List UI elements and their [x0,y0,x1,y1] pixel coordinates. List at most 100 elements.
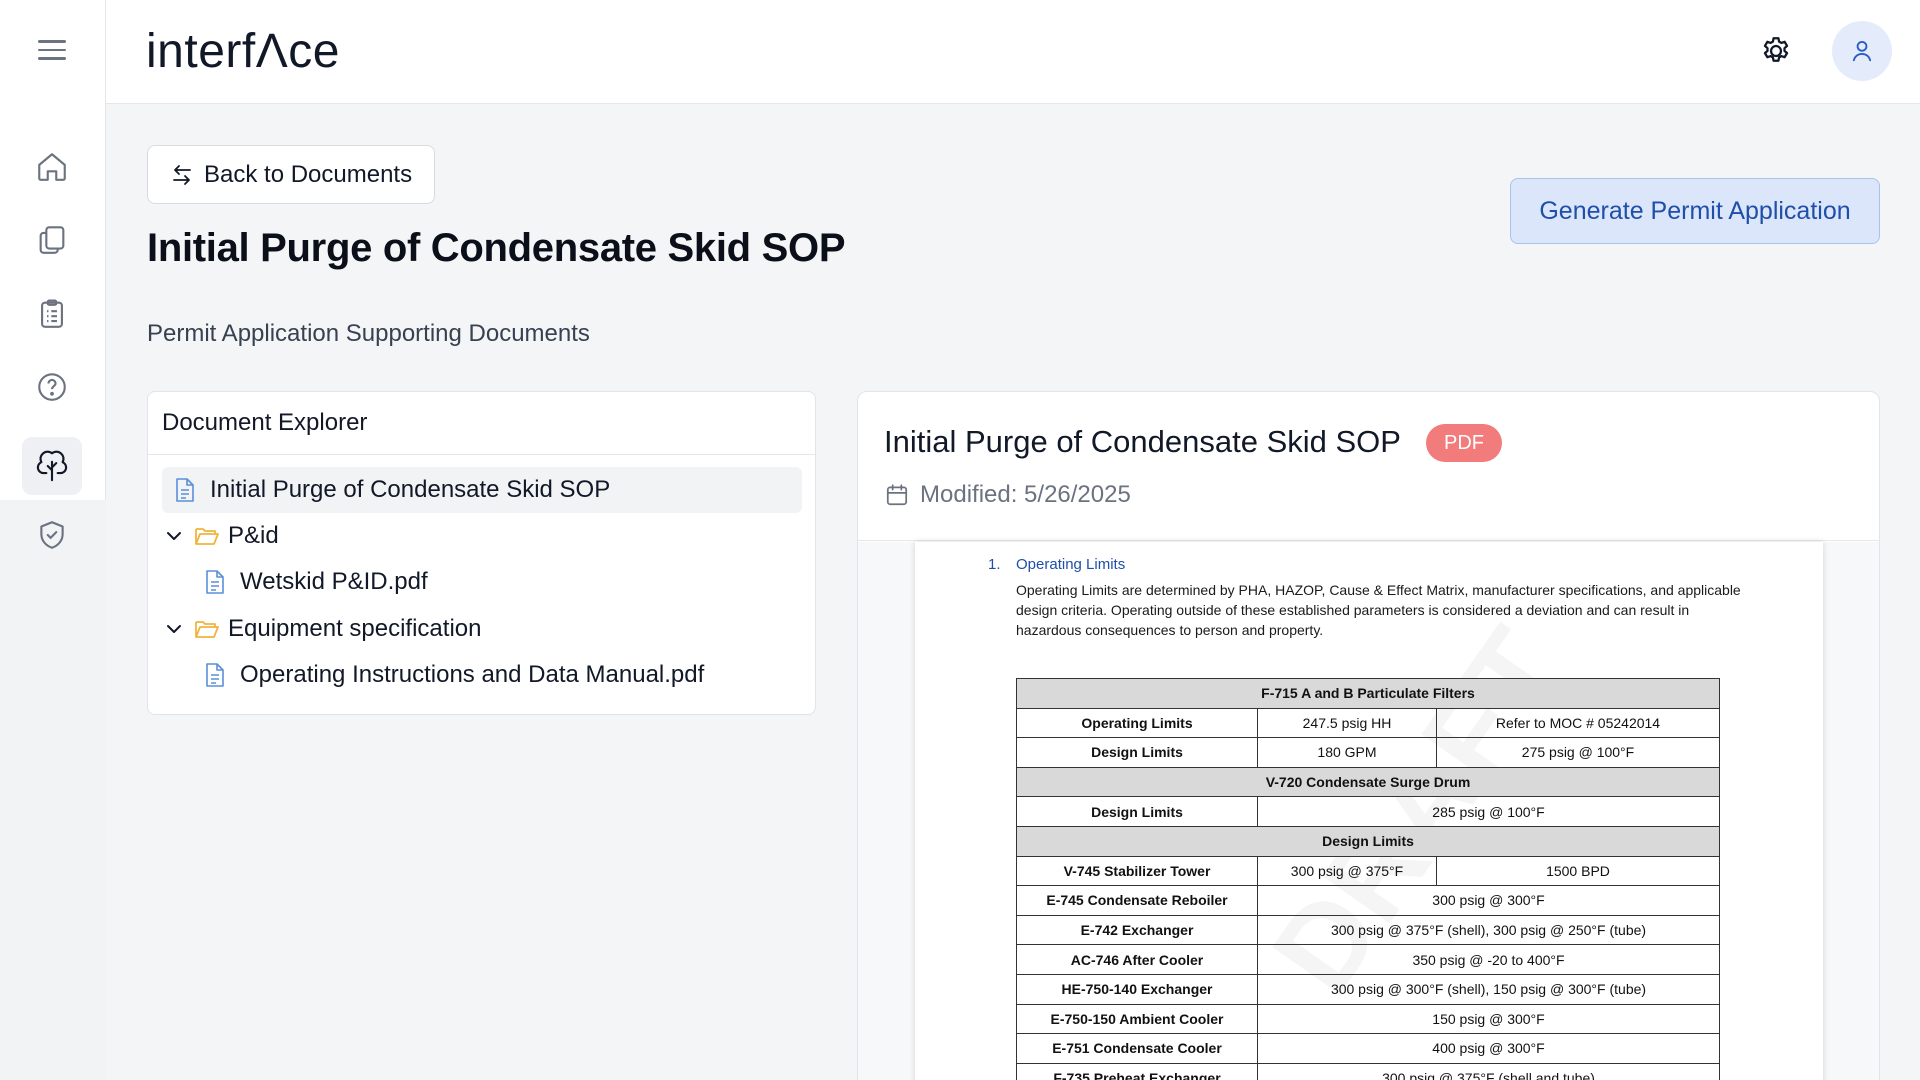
tree-item-label: Initial Purge of Condensate Skid SOP [210,476,611,503]
table-cell: E-742 Exchanger [1016,914,1258,946]
file-type-badge: PDF [1426,424,1502,462]
table-row: Design Limits 285 psig @ 100°F [1016,796,1720,827]
preview-header: Initial Purge of Condensate Skid SOP PDF… [858,392,1879,541]
table-row: V-720 Condensate Surge Drum [1016,766,1720,798]
table-row: V-745 Stabilizer Tower 300 psig @ 375°F 15… [1016,855,1720,887]
gear-icon[interactable] [1759,34,1793,68]
table-cell: 300 psig @ 300°F [1257,885,1720,916]
tree-item-label: Wetskid P&ID.pdf [240,568,428,595]
app-logo[interactable]: interfΛce [146,24,340,79]
table-cell: HE-750-140 Exchanger [1016,973,1258,1005]
preview-title: Initial Purge of Condensate Skid SOP [884,424,1401,459]
generate-permit-button[interactable]: Generate Permit Application [1510,178,1880,244]
folder-open-icon [195,621,219,638]
tree-item-label: P&id [228,522,279,549]
shield-check-icon [40,521,64,549]
table-cell: F-735 Preheat Exchanger [1016,1062,1258,1080]
calendar-icon [886,484,908,506]
table-cell: Design Limits [1016,737,1258,768]
file-icon [176,478,194,502]
table-cell: E-745 Condensate Reboiler [1016,885,1258,916]
table-row: E-742 Exchanger 300 psig @ 375°F (shell),… [1016,914,1720,946]
tree-item-file[interactable]: Operating Instructions and Data Manual.p… [204,652,704,698]
operating-limits-table: F-715 A and B Particulate Filters Operat… [1016,678,1720,1080]
chevron-down-icon[interactable] [164,526,184,546]
home-icon [38,153,66,181]
table-cell: Design Limits [1016,796,1258,827]
page-title: Initial Purge of Condensate Skid SOP [147,226,846,270]
menu-icon[interactable] [38,40,66,64]
table-row: AC-746 After Cooler 350 psig @ -20 to 400… [1016,944,1720,975]
nav-shield[interactable] [22,506,82,564]
tree-item-folder[interactable]: Equipment specification [164,606,481,652]
table-cell: Operating Limits [1016,707,1258,739]
table-row: E-750-150 Ambient Cooler 150 psig @ 300°F [1016,1003,1720,1035]
table-cell: 150 psig @ 300°F [1257,1003,1720,1035]
user-icon [1852,40,1872,62]
folder-open-icon [195,528,219,545]
table-cell: E-751 Condensate Cooler [1016,1033,1258,1064]
table-row: E-751 Condensate Cooler 400 psig @ 300°F [1016,1033,1720,1064]
documents-icon [39,226,65,254]
table-cell: 1500 BPD [1436,855,1720,887]
tree-item-file[interactable]: Initial Purge of Condensate Skid SOP [162,467,802,513]
document-explorer: Document Explorer Initial Purge of Conde… [147,391,816,715]
table-row: Design Limits [1016,825,1720,857]
back-label: Back to Documents [204,160,413,188]
sidebar-lower-panel [0,500,106,1080]
nav-documents[interactable] [22,211,82,269]
section-body: Operating Limits are determined by PHA, … [1016,582,1741,638]
table-cell: 300 psig @ 375°F (shell and tube) [1257,1062,1720,1080]
table-header: Design Limits [1016,825,1720,857]
tree-item-label: Equipment specification [228,615,482,642]
table-row: Design Limits 180 GPM 275 psig @ 100°F [1016,737,1720,768]
chevron-down-icon[interactable] [164,619,184,639]
tree-item-file[interactable]: Wetskid P&ID.pdf [204,559,428,605]
page-subtitle: Permit Application Supporting Documents [147,320,590,347]
section-title: Operating Limits [1016,556,1126,573]
section-number: 1. [988,556,1001,573]
table-row: E-745 Condensate Reboiler 300 psig @ 300°… [1016,885,1720,916]
table-cell: E-750-150 Ambient Cooler [1016,1003,1258,1035]
table-cell: 350 psig @ -20 to 400°F [1257,944,1720,975]
modified-date: Modified: 5/26/2025 [884,481,1131,509]
nav-clipboard[interactable] [22,285,82,343]
table-cell: 400 psig @ 300°F [1257,1033,1720,1064]
clipboard-icon [41,299,63,328]
table-cell: 300 psig @ 300°F (shell), 150 psig @ 300… [1257,973,1720,1005]
table-row: F-735 Preheat Exchanger 300 psig @ 375°F … [1016,1062,1720,1080]
table-cell: 300 psig @ 375°F (shell), 300 psig @ 250… [1257,914,1720,946]
swap-arrows-icon [173,164,191,185]
table-row: F-715 A and B Particulate Filters [1016,678,1720,709]
top-header: interfΛce [106,0,1920,104]
document-viewer[interactable]: DRAFT 1. Operating Limits Operating Limi… [858,542,1879,1080]
nav-tree[interactable] [22,437,82,495]
table-cell: AC-746 After Cooler [1016,944,1258,975]
back-to-documents-button[interactable]: Back to Documents [147,145,436,204]
help-icon [38,373,66,401]
file-icon [206,570,224,594]
table-cell: 285 psig @ 100°F [1257,796,1720,827]
sidebar [0,0,106,1080]
table-cell: V-745 Stabilizer Tower [1016,855,1258,887]
document-preview: Initial Purge of Condensate Skid SOP PDF… [857,391,1880,1080]
tree-icon [36,450,68,482]
table-cell: 300 psig @ 375°F [1257,855,1437,887]
table-row: HE-750-140 Exchanger 300 psig @ 300°F (sh… [1016,973,1720,1005]
tree-item-label: Operating Instructions and Data Manual.p… [240,661,705,688]
file-icon [206,663,224,687]
tree-item-folder[interactable]: P&id [164,513,279,559]
avatar[interactable] [1832,21,1892,81]
table-row: Operating Limits 247.5 psig HH Refer to MO… [1016,707,1720,739]
nav-help[interactable] [22,358,82,416]
pdf-page: DRAFT 1. Operating Limits Operating Limi… [915,542,1823,1080]
modified-label: Modified: 5/26/2025 [920,481,1131,508]
explorer-title: Document Explorer [148,392,815,455]
table-header: F-715 A and B Particulate Filters [1016,678,1720,709]
table-header: V-720 Condensate Surge Drum [1016,766,1720,798]
nav-home[interactable] [22,138,82,196]
table-cell: 275 psig @ 100°F [1436,737,1720,768]
table-cell: 247.5 psig HH [1257,707,1437,739]
table-cell: Refer to MOC # 05242014 [1436,707,1720,739]
table-cell: 180 GPM [1257,737,1437,768]
